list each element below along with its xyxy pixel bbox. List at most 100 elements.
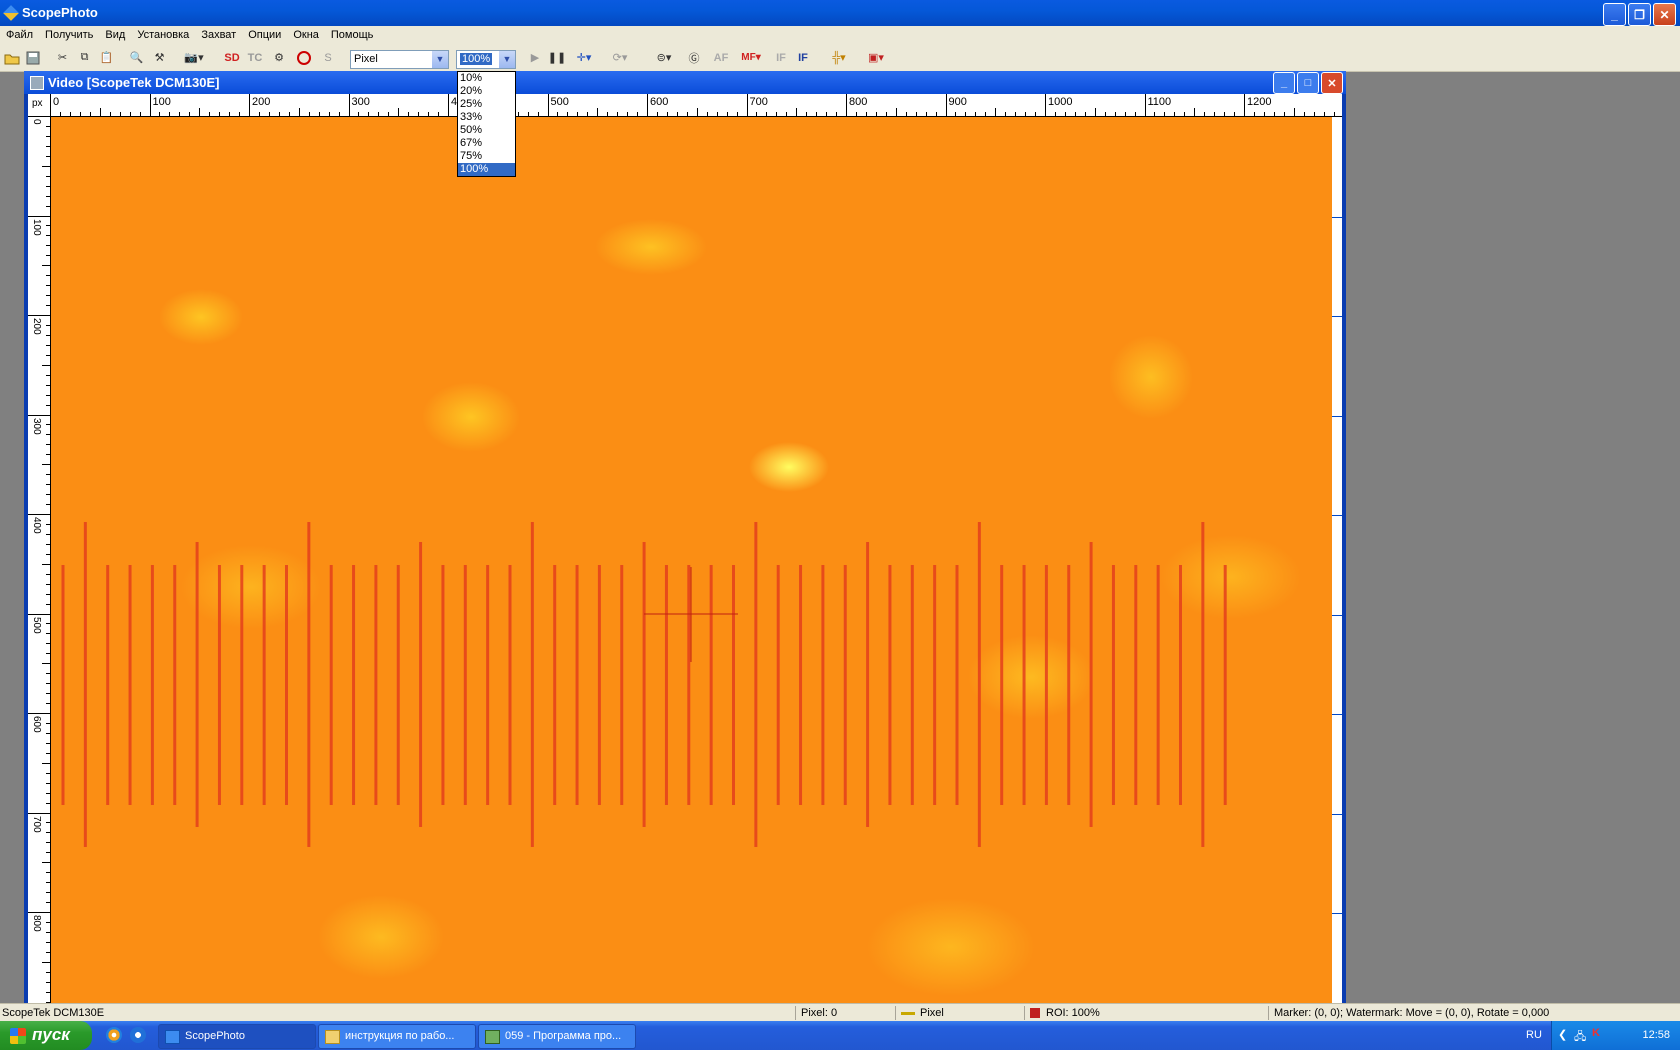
browser-icon[interactable] bbox=[106, 1027, 122, 1043]
open-icon[interactable] bbox=[3, 49, 20, 66]
ruler-minor-tick bbox=[46, 971, 50, 973]
ruler-minor-tick bbox=[656, 112, 658, 116]
ruler-label: 500 bbox=[550, 96, 569, 108]
ruler-minor-tick bbox=[46, 772, 50, 774]
roi-icon bbox=[1030, 1008, 1040, 1018]
ruler-minor-tick bbox=[1253, 112, 1255, 116]
ruler-minor-tick bbox=[597, 108, 599, 116]
zoom-icon[interactable]: 🔍 bbox=[128, 49, 145, 66]
ruler-minor-tick bbox=[1273, 112, 1275, 116]
child-minimize-button[interactable]: _ bbox=[1273, 72, 1295, 94]
zoom-option-10[interactable]: 10% bbox=[458, 72, 515, 85]
ruler-label: 800 bbox=[849, 96, 868, 108]
if-button-disabled[interactable]: IF bbox=[774, 49, 788, 66]
ruler-minor-tick bbox=[855, 112, 857, 116]
menu-view[interactable]: Вид bbox=[99, 26, 131, 41]
ruler-minor-tick bbox=[716, 112, 718, 116]
restore-button[interactable]: ❐ bbox=[1628, 3, 1651, 26]
ruler-minor-tick bbox=[368, 112, 370, 116]
tools-icon[interactable]: ⚒ bbox=[151, 49, 168, 66]
ruler-minor-tick bbox=[567, 112, 569, 116]
ruler-minor-tick bbox=[1164, 112, 1166, 116]
video-window-titlebar[interactable]: Video [ScopeTek DCM130E] _ □ ✕ bbox=[24, 71, 1346, 94]
rotate-icon[interactable]: ⟳▾ bbox=[606, 49, 634, 66]
menu-help[interactable]: Помощь bbox=[325, 26, 380, 41]
unit-select[interactable]: Pixel ▼ bbox=[350, 50, 449, 69]
minimize-button[interactable]: _ bbox=[1603, 3, 1626, 26]
ruler-minor-tick bbox=[1025, 112, 1027, 116]
app-titlebar[interactable]: ScopePhoto _ ❐ ✕ bbox=[0, 0, 1680, 26]
ruler-minor-tick bbox=[1054, 112, 1056, 116]
zoom-option-75[interactable]: 75% bbox=[458, 150, 515, 163]
ruler-minor-tick bbox=[109, 112, 111, 116]
capture-dropdown-icon[interactable]: 📷▾ bbox=[180, 49, 208, 66]
menu-acquire[interactable]: Получить bbox=[39, 26, 99, 41]
menu-file[interactable]: Файл bbox=[0, 26, 39, 41]
zoom-option-100[interactable]: 100% bbox=[458, 163, 515, 176]
ruler-major-tick bbox=[28, 912, 50, 913]
close-button[interactable]: ✕ bbox=[1653, 3, 1676, 26]
chevron-down-icon[interactable]: ▼ bbox=[432, 51, 448, 68]
network-icon[interactable]: 🖧 bbox=[1574, 1028, 1586, 1047]
ruler-minor-tick bbox=[46, 175, 50, 177]
sd-button[interactable]: SD bbox=[222, 49, 242, 66]
menu-setup[interactable]: Установка bbox=[131, 26, 195, 41]
copy-icon[interactable]: ⧉ bbox=[76, 49, 93, 66]
s-button[interactable]: S bbox=[321, 49, 335, 66]
ie-icon[interactable] bbox=[130, 1027, 146, 1043]
ruler-label: 200 bbox=[31, 318, 42, 335]
zoom-option-25[interactable]: 25% bbox=[458, 98, 515, 111]
af-button[interactable]: AF bbox=[712, 49, 730, 66]
ruler-label: 0 bbox=[31, 119, 42, 125]
zoom-option-50[interactable]: 50% bbox=[458, 124, 515, 137]
ruler-minor-tick bbox=[179, 112, 181, 116]
ruler-label: 300 bbox=[351, 96, 370, 108]
ruler-minor-tick bbox=[46, 593, 50, 595]
menu-options[interactable]: Опции bbox=[242, 26, 287, 41]
zoom-option-20[interactable]: 20% bbox=[458, 85, 515, 98]
task-instruction[interactable]: инструкция по рабо... bbox=[318, 1024, 476, 1049]
roi-icon[interactable]: ▣▾ bbox=[862, 49, 890, 66]
language-indicator[interactable]: RU bbox=[1526, 1029, 1542, 1041]
child-close-button[interactable]: ✕ bbox=[1321, 72, 1343, 94]
paste-icon[interactable]: 📋 bbox=[98, 49, 115, 66]
save-icon[interactable] bbox=[24, 49, 41, 66]
menu-windows[interactable]: Окна bbox=[287, 26, 325, 41]
start-button[interactable]: пуск bbox=[0, 1021, 92, 1050]
white-balance-icon[interactable]: ⊜▾ bbox=[650, 49, 678, 66]
ruler-minor-tick bbox=[46, 235, 50, 237]
ruler-minor-tick bbox=[527, 112, 529, 116]
chevron-down-icon[interactable]: ▼ bbox=[499, 51, 515, 68]
right-ruler-edge bbox=[1332, 117, 1342, 1008]
ruler-minor-tick bbox=[46, 673, 50, 675]
video-window[interactable]: Video [ScopeTek DCM130E] _ □ ✕ px 0 100 20… bbox=[24, 71, 1346, 1008]
tray-arrow-icon[interactable]: ❮ bbox=[1558, 1028, 1567, 1041]
antivirus-icon[interactable]: K bbox=[1592, 1027, 1600, 1039]
ruler-minor-tick bbox=[46, 305, 50, 307]
play-icon[interactable]: ▶ bbox=[528, 49, 542, 66]
if-button[interactable]: IF bbox=[796, 49, 810, 66]
pause-icon[interactable]: ❚❚ bbox=[548, 49, 566, 66]
zoom-select[interactable]: 100% ▼ bbox=[456, 50, 516, 69]
crosshair-icon[interactable]: ✛▾ bbox=[572, 49, 596, 66]
task-label: 059 - Программа про... bbox=[505, 1030, 622, 1042]
ruler-minor-tick bbox=[1303, 112, 1305, 116]
task-program[interactable]: 059 - Программа про... bbox=[478, 1024, 636, 1049]
cut-icon[interactable]: ✂ bbox=[54, 49, 71, 66]
zoom-option-33[interactable]: 33% bbox=[458, 111, 515, 124]
child-maximize-button[interactable]: □ bbox=[1297, 72, 1319, 94]
microscope-image[interactable] bbox=[51, 117, 1332, 1008]
camera-settings-icon[interactable]: ⚙ bbox=[270, 49, 288, 66]
tc-button[interactable]: TC bbox=[245, 49, 265, 66]
menu-capture[interactable]: Захват bbox=[195, 26, 242, 41]
overlay-icon[interactable]: ╬▾ bbox=[824, 49, 854, 66]
ruler-minor-tick bbox=[308, 112, 310, 116]
record-icon[interactable] bbox=[295, 49, 313, 66]
zoom-option-67[interactable]: 67% bbox=[458, 137, 515, 150]
ruler-major-tick bbox=[28, 116, 50, 117]
ruler-minor-tick bbox=[46, 832, 50, 834]
gamma-icon[interactable]: Ⓖ bbox=[686, 49, 702, 66]
task-scopephoto[interactable]: ScopePhoto bbox=[158, 1024, 316, 1049]
ruler-label: 500 bbox=[31, 616, 42, 634]
mf-button[interactable]: MF ▾ bbox=[736, 49, 766, 66]
